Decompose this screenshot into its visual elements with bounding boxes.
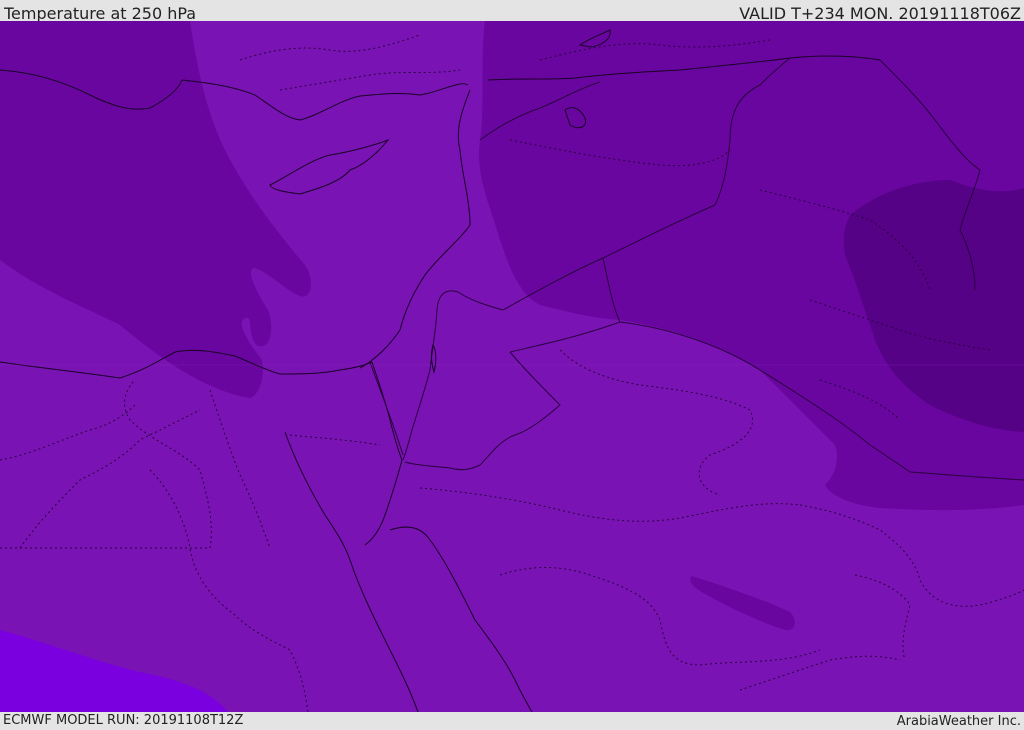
model-run-label: ECMWF MODEL RUN: 20191108T12Z bbox=[3, 713, 244, 728]
header-bar: Temperature at 250 hPa VALID T+234 MON. … bbox=[0, 0, 1024, 23]
weather-map[interactable] bbox=[0, 21, 1024, 712]
credit-label: ArabiaWeather Inc. bbox=[896, 714, 1021, 729]
footer-bar: ECMWF MODEL RUN: 20191108T12Z ArabiaWeat… bbox=[0, 712, 1024, 729]
temperature-map-svg bbox=[0, 21, 1024, 712]
